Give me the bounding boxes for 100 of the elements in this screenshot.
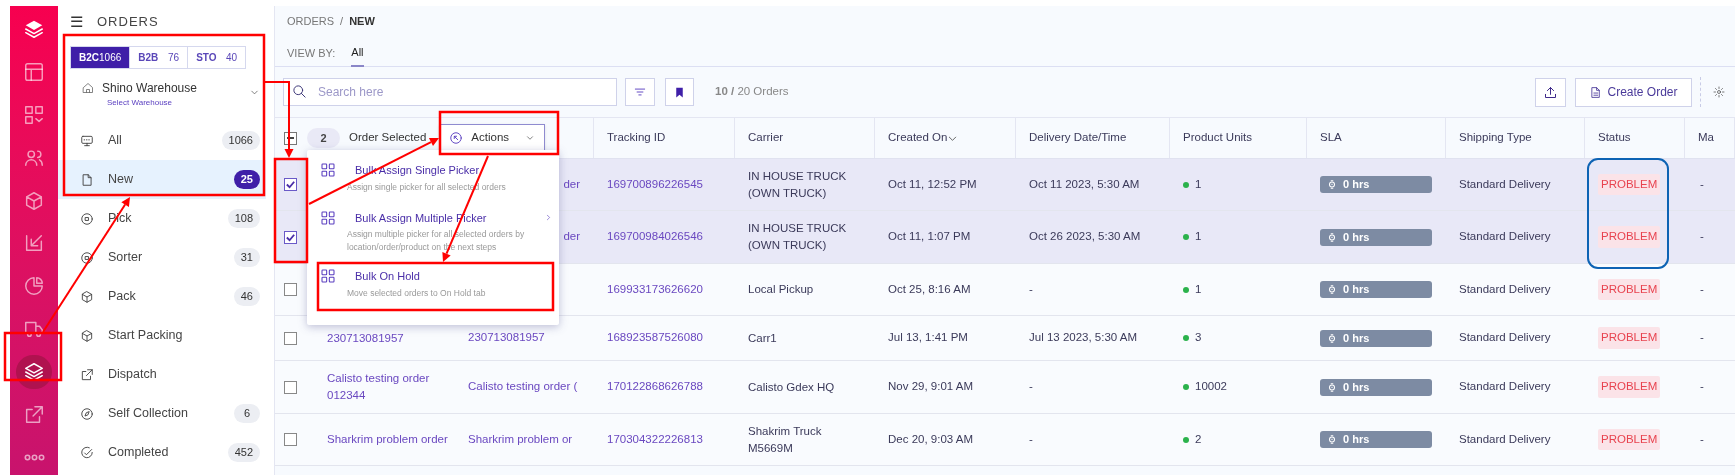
tracking-id-link[interactable]: 169700896226545 [607, 177, 703, 190]
table-cell: - [1700, 282, 1704, 295]
tracking-id-link[interactable]: 170122868626788 [607, 380, 703, 393]
sla-badge: 0 hrs [1320, 329, 1432, 347]
external-link-icon [23, 403, 45, 426]
count-badge: 108 [227, 209, 260, 228]
table-cell-text: 3 [1195, 330, 1202, 346]
chevron-down-icon [525, 133, 536, 143]
grid-icon [23, 104, 45, 127]
row-checkbox[interactable] [284, 230, 297, 244]
sidebar-title: ORDERS [97, 13, 159, 32]
file-icon [80, 172, 94, 187]
order-reference-link[interactable]: der [563, 230, 580, 243]
tracking-id-link[interactable]: 170304322226813 [607, 432, 703, 445]
sidebar-item[interactable]: All 1066 [58, 121, 266, 160]
table-cell: Nov 29, 9:01 AM [888, 380, 974, 393]
table-cell: Standard Delivery [1459, 331, 1551, 344]
column-header[interactable]: Delivery Date/Time [1029, 129, 1127, 147]
table-cell: Standard Delivery [1459, 230, 1551, 243]
status-badge: PROBLEM [1598, 173, 1661, 196]
order-reference-link[interactable]: 230713081957 [468, 331, 545, 344]
row-checkbox[interactable] [284, 433, 297, 446]
bookmark-button[interactable] [665, 78, 694, 106]
sla-badge: 0 hrs [1320, 176, 1432, 193]
layout-icon [23, 61, 45, 84]
box-icon [80, 328, 94, 343]
breadcrumb-separator: / [340, 14, 344, 29]
order-count: 10 / 20 Orders [715, 84, 789, 100]
settings-icon[interactable] [1713, 86, 1725, 98]
sidebar-item[interactable]: New 25 [58, 160, 266, 199]
sidebar-item[interactable]: Pack 46 [58, 277, 266, 316]
status-badge: PROBLEM [1598, 376, 1661, 398]
column-header[interactable]: Status [1598, 129, 1631, 147]
table-cell-text: 2 [1195, 431, 1202, 447]
table-cell: Standard Delivery [1459, 177, 1551, 190]
table-cell: Standard Delivery [1459, 432, 1551, 445]
sla-badge: 0 hrs [1320, 228, 1432, 246]
order-number-link[interactable]: 230713081957 [327, 329, 451, 347]
chevron-right-icon [544, 213, 553, 223]
menu-item[interactable]: Bulk On Hold Move selected orders to On Hold tab [307, 264, 559, 312]
table-cell: - [1029, 432, 1033, 445]
table-cell: - [1029, 380, 1033, 393]
table-cell: Oct 25, 8:16 AM [888, 282, 971, 295]
order-reference-link[interactable]: Calisto testing order ( [468, 380, 578, 393]
column-header[interactable]: SLA [1320, 129, 1342, 147]
column-header[interactable]: Created On [888, 129, 948, 147]
order-reference-link[interactable]: Sharkrim problem or [468, 432, 573, 445]
row-checkbox[interactable] [284, 178, 297, 191]
table-cell: - [1700, 380, 1704, 393]
rail-button[interactable] [16, 354, 52, 390]
sidebar-item[interactable]: Start Packing [58, 316, 266, 355]
search-field[interactable]: Search here [283, 78, 617, 106]
target-icon [80, 250, 94, 265]
actions-button[interactable]: Actions [439, 123, 546, 153]
table-cell-text: 10002 [1195, 379, 1227, 395]
table-cell-text: 1 [1195, 281, 1202, 297]
tracking-id-link[interactable]: 169700984026546 [607, 230, 703, 243]
create-order-button[interactable]: Create Order [1575, 77, 1692, 107]
order-number-link[interactable]: Sharkrim problem order [327, 431, 451, 448]
order-reference-link[interactable]: der [563, 177, 580, 190]
column-header[interactable]: Tracking ID [607, 129, 666, 147]
breadcrumb-link[interactable]: ORDERS [287, 13, 335, 30]
annotation-box [3, 331, 63, 382]
column-header[interactable]: Carrier [748, 129, 784, 147]
tracking-id-link[interactable]: 169933173626620 [607, 282, 703, 295]
export-button[interactable] [1535, 77, 1566, 107]
grid-icon [320, 268, 336, 284]
sidebar-item[interactable]: Self Collection 6 [58, 394, 266, 433]
count-badge: 452 [227, 443, 260, 462]
compass-icon [80, 406, 94, 421]
row-checkbox[interactable] [284, 283, 297, 296]
channel-tab[interactable]: B2C1066 [71, 47, 130, 68]
table-cell: - [1700, 230, 1704, 243]
channel-tab[interactable]: B2B 76 [129, 47, 188, 68]
table-cell: - [1700, 177, 1704, 190]
status-badge: PROBLEM [1598, 226, 1661, 248]
view-tab[interactable]: All [351, 43, 364, 67]
row-checkbox[interactable] [284, 331, 297, 345]
column-header[interactable]: Shipping Type [1459, 129, 1532, 147]
sidebar-item[interactable]: Dispatch [58, 355, 266, 394]
table-cell-text: 1 [1195, 229, 1202, 245]
warehouse-name[interactable]: Shino Warehouse [102, 79, 249, 97]
selected-count-badge: 2 [307, 128, 340, 148]
column-header[interactable]: Ma [1698, 129, 1714, 147]
menu-icon[interactable]: ☰ [70, 10, 83, 34]
filter-icon [633, 85, 647, 99]
order-number-link[interactable]: Calisto testing order 012344 [327, 370, 451, 404]
column-header[interactable]: Product Units [1183, 129, 1253, 147]
channel-tab[interactable]: STO 40 [187, 47, 245, 68]
sla-badge: 0 hrs [1320, 378, 1432, 396]
status-badge: PROBLEM [1598, 278, 1661, 301]
table-cell: Oct 11 2023, 5:30 AM [1029, 177, 1140, 190]
count-badge: 1066 [221, 131, 260, 150]
tracking-id-link[interactable]: 168923587526080 [607, 331, 703, 344]
box-icon [80, 289, 94, 304]
row-checkbox[interactable] [284, 380, 297, 394]
sidebar-item[interactable]: Sorter 31 [58, 238, 266, 277]
sidebar-item[interactable]: Completed 452 [58, 433, 266, 472]
filter-button[interactable] [625, 78, 655, 106]
logo-icon [23, 18, 45, 41]
